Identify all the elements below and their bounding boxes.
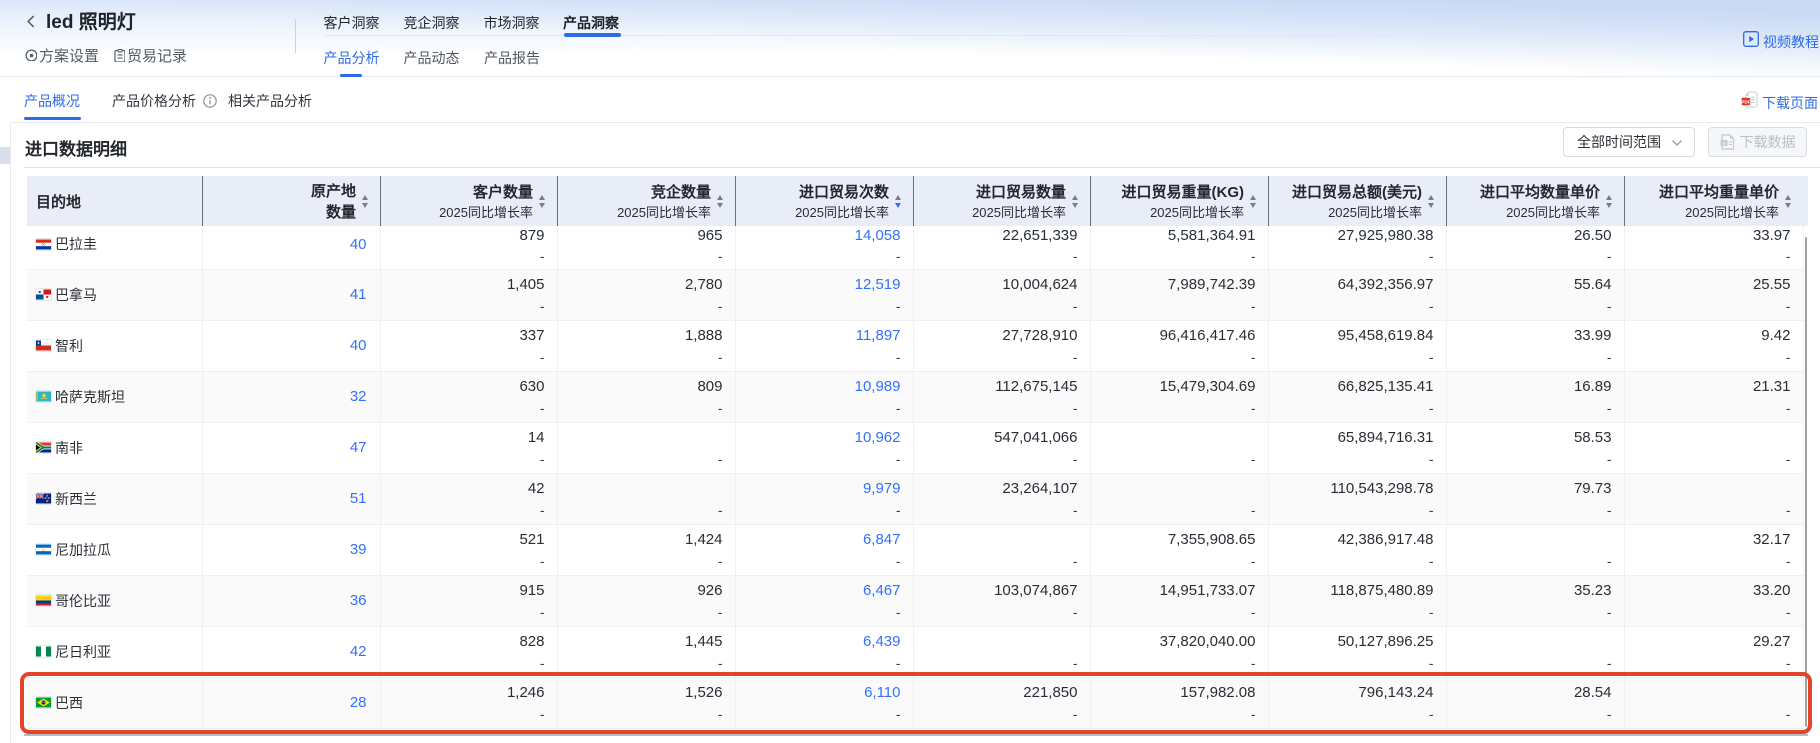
svg-text:PDF: PDF xyxy=(1741,99,1750,104)
